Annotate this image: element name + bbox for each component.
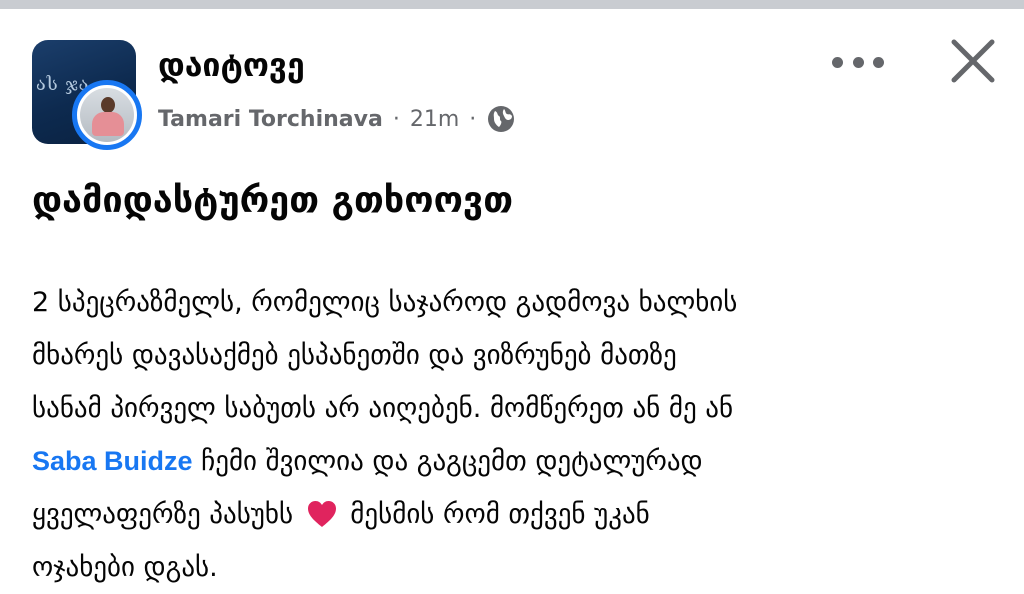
body-text-segment: მესმის რომ თქვენ უკან bbox=[341, 499, 650, 530]
group-name[interactable]: დაიტოვე bbox=[158, 46, 305, 84]
globe-icon[interactable] bbox=[486, 104, 516, 134]
heart-emoji-icon bbox=[307, 501, 336, 527]
meta-separator: · bbox=[469, 106, 477, 132]
body-line: ოჯახები დგას. bbox=[32, 552, 218, 583]
post-body: 2 სპეცრაზმელს, რომელიც საჯაროდ გადმოვა ხ… bbox=[32, 276, 1012, 594]
meta-separator: · bbox=[392, 106, 400, 132]
top-divider-bar bbox=[0, 0, 1024, 9]
author-name[interactable]: Tamari Torchinava bbox=[158, 107, 383, 132]
post-meta: Tamari Torchinava · 21m · bbox=[158, 103, 516, 135]
more-dot-icon bbox=[832, 56, 843, 68]
body-text-segment: ყველაფერზე პასუხს bbox=[32, 499, 302, 530]
body-line: სანამ პირველ საბუთს არ აიღებენ. მომწერეთ… bbox=[32, 393, 734, 424]
more-options-button[interactable] bbox=[832, 46, 884, 78]
close-icon[interactable] bbox=[948, 36, 998, 86]
post-time[interactable]: 21m bbox=[410, 107, 459, 132]
more-dot-icon bbox=[873, 56, 884, 68]
body-line: მხარეს დავასაქმებ ესპანეთში და ვიზრუნებ … bbox=[32, 340, 677, 371]
author-avatar[interactable] bbox=[72, 80, 142, 150]
body-line: ყველაფერზე პასუხს მესმის რომ თქვენ უკან bbox=[32, 488, 1012, 541]
mention-link[interactable]: Saba Buidze bbox=[32, 446, 193, 476]
body-text-segment: ჩემი შვილია და გაგცემთ დეტალურად bbox=[192, 446, 703, 477]
body-line: Saba Buidze ჩემი შვილია და გაგცემთ დეტალ… bbox=[32, 435, 1012, 488]
author-photo bbox=[80, 88, 134, 142]
more-dot-icon bbox=[852, 56, 864, 68]
post-title: დამიდასტურეთ გთხოოვთ bbox=[32, 180, 514, 221]
body-line: 2 სპეცრაზმელს, რომელიც საჯაროდ გადმოვა ხ… bbox=[32, 287, 738, 318]
